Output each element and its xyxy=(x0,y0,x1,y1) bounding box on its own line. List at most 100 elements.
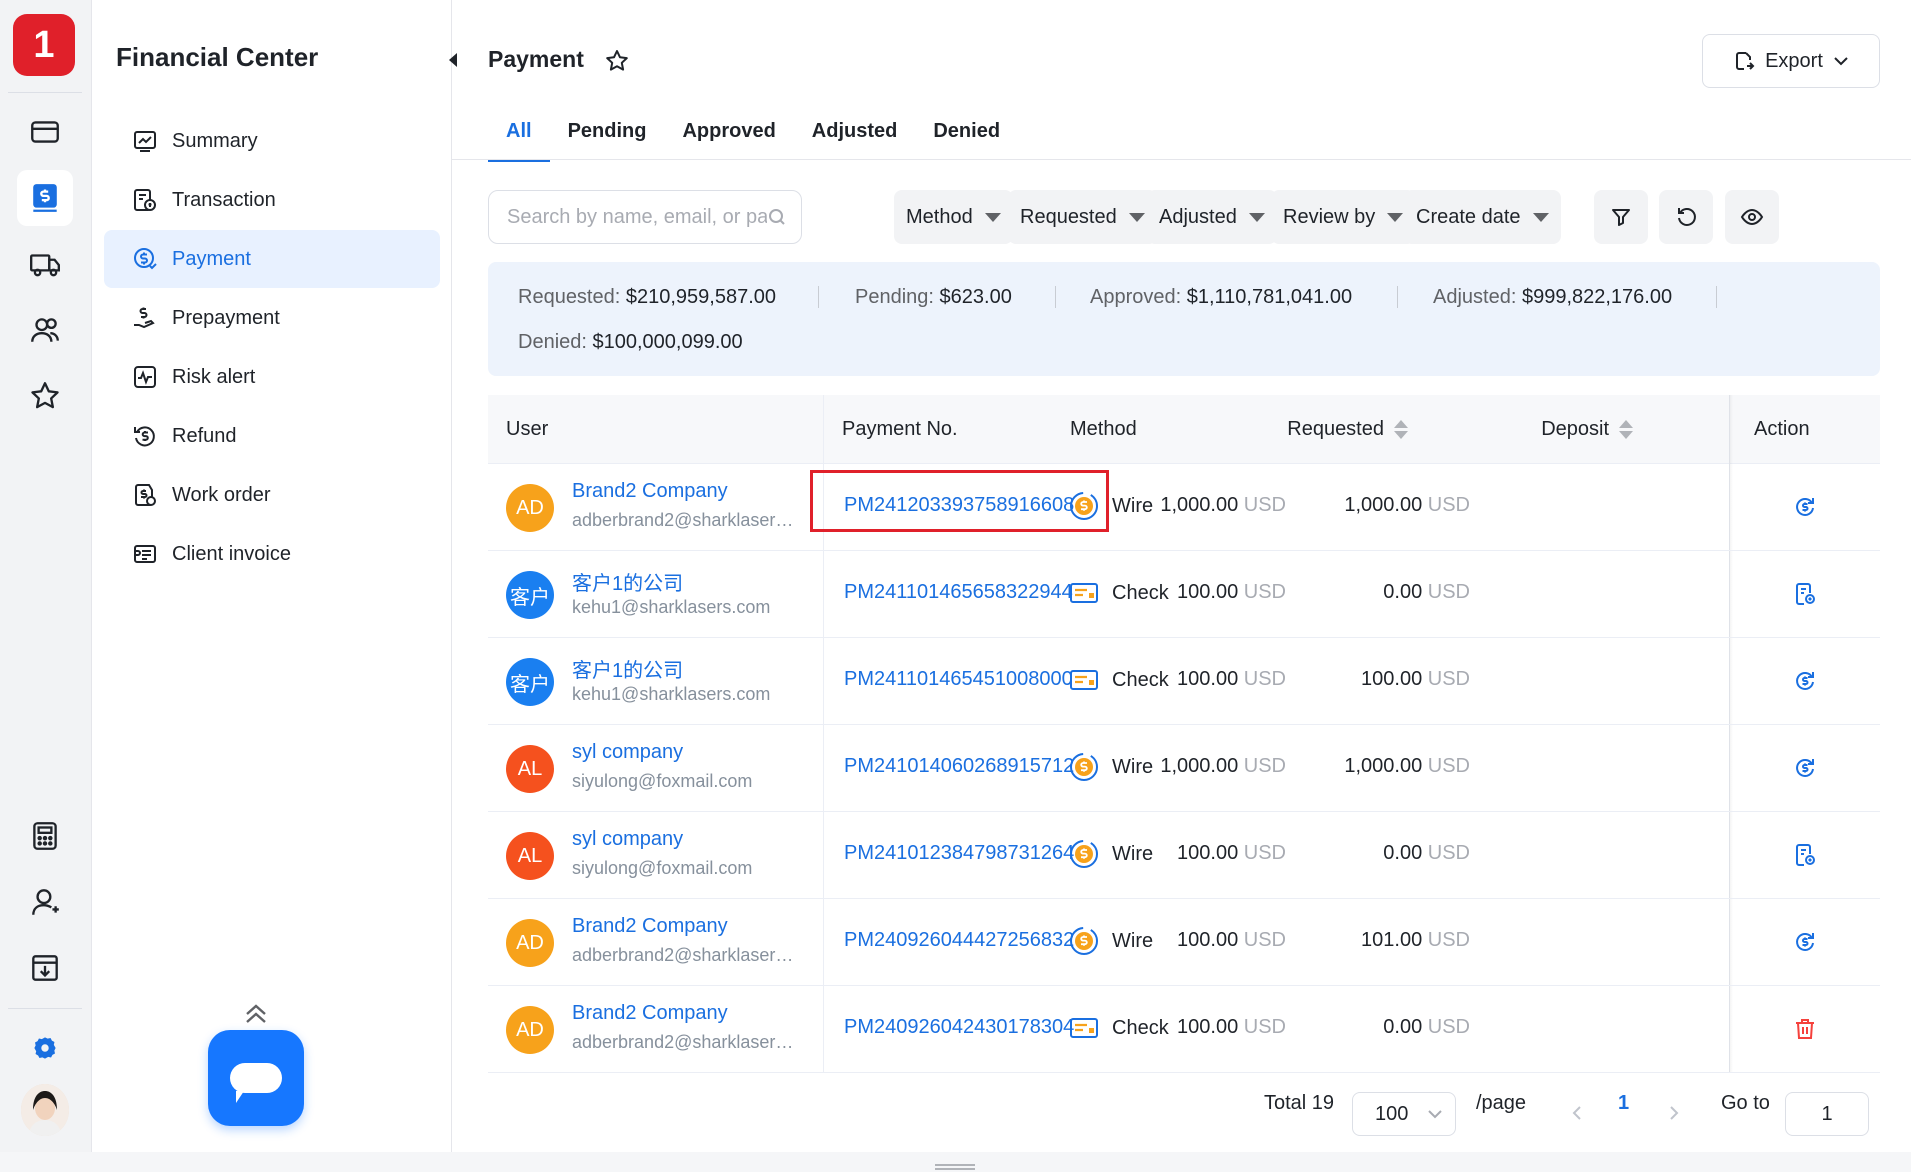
user-name-link[interactable]: syl company xyxy=(572,741,683,764)
requested-amount: 100.00 USD xyxy=(1177,1016,1286,1039)
users-icon[interactable] xyxy=(17,302,73,358)
status-tabs: All Pending Approved Adjusted Denied xyxy=(488,118,1018,162)
sidebar-item-client-invoice[interactable]: Client invoice xyxy=(104,525,440,583)
user-name-link[interactable]: Brand2 Company xyxy=(572,915,728,938)
per-page-label: /page xyxy=(1476,1092,1527,1114)
user-email: adberbrand2@sharklasers.... xyxy=(572,1032,800,1052)
app-logo[interactable]: 1 xyxy=(13,14,75,76)
export-button[interactable]: Export xyxy=(1702,34,1880,88)
currency: USD xyxy=(1243,668,1286,690)
current-page[interactable]: 1 xyxy=(1618,1092,1629,1115)
user-email: siyulong@foxmail.com xyxy=(572,771,753,791)
amount-value: 0.00 xyxy=(1383,842,1423,864)
table-row[interactable]: 客户 客户1的公司 kehu1@sharklasers.com PM241101465… xyxy=(488,638,1880,725)
currency: USD xyxy=(1427,929,1470,951)
tab-approved[interactable]: Approved xyxy=(664,118,793,162)
payment-method: Check xyxy=(1068,577,1169,609)
column-header-requested[interactable]: Requested xyxy=(1208,395,1408,464)
table-row[interactable]: AL syl company siyulong@foxmail.com PM24101… xyxy=(488,812,1880,899)
tabs-divider xyxy=(452,159,1911,160)
calculator-icon[interactable] xyxy=(17,808,73,864)
user-avatar[interactable] xyxy=(21,1084,69,1136)
goto-label: Go to xyxy=(1721,1092,1770,1114)
user-name-link[interactable]: Brand2 Company xyxy=(572,1002,728,1025)
chat-button[interactable] xyxy=(208,1030,304,1126)
reset-button[interactable] xyxy=(1659,190,1713,244)
table-row[interactable]: 客户 客户1的公司 kehu1@sharklasers.com PM241101465… xyxy=(488,551,1880,638)
next-page-icon[interactable] xyxy=(1667,1104,1681,1122)
goto-page-input[interactable]: 1 xyxy=(1785,1092,1869,1136)
pagination-total: Total 19 xyxy=(1264,1092,1335,1114)
user-name-link[interactable]: Brand2 Company xyxy=(572,480,728,503)
payment-no-link[interactable]: PM241101465451008000 xyxy=(844,668,1073,691)
payment-no-link[interactable]: PM240926044427256832 xyxy=(844,929,1074,952)
sidebar-item-prepayment[interactable]: Prepayment xyxy=(104,289,440,347)
row-action-button[interactable] xyxy=(1792,668,1818,694)
user-name-link[interactable]: syl company xyxy=(572,828,683,851)
avatar: AD xyxy=(506,1006,554,1054)
sidebar-item-label: Prepayment xyxy=(172,306,280,329)
avatar: AL xyxy=(506,745,554,793)
tab-pending[interactable]: Pending xyxy=(550,118,665,162)
truck-icon[interactable] xyxy=(17,236,73,292)
card-icon[interactable] xyxy=(17,104,73,160)
currency: USD xyxy=(1243,755,1286,777)
amount-value: 1,000.00 xyxy=(1344,755,1423,777)
prev-page-icon[interactable] xyxy=(1570,1104,1584,1122)
sidebar-item-work-order[interactable]: Work order xyxy=(104,466,440,524)
row-action-button[interactable] xyxy=(1792,929,1818,955)
tab-denied[interactable]: Denied xyxy=(915,118,1018,162)
deposit-amount: 0.00 USD xyxy=(1383,842,1470,865)
sidebar-item-transaction[interactable]: Transaction xyxy=(104,171,440,229)
tab-all[interactable]: All xyxy=(488,118,550,162)
sidebar-item-label: Payment xyxy=(172,247,251,270)
summary-divider xyxy=(818,286,819,308)
sidebar-item-risk-alert[interactable]: Risk alert xyxy=(104,348,440,406)
filter-review-by[interactable]: Review by xyxy=(1271,190,1416,244)
user-name-link[interactable]: 客户1的公司 xyxy=(572,654,683,683)
filter-method[interactable]: Method xyxy=(894,190,1013,244)
payment-doc-icon[interactable] xyxy=(17,170,73,226)
filter-adjusted[interactable]: Adjusted xyxy=(1147,190,1277,244)
page-size-select[interactable]: 100 xyxy=(1352,1092,1456,1136)
column-visibility-button[interactable] xyxy=(1725,190,1779,244)
settings-icon[interactable] xyxy=(17,1020,73,1076)
user-icon[interactable] xyxy=(17,874,73,930)
table-row[interactable]: AL syl company siyulong@foxmail.com PM24101… xyxy=(488,725,1880,812)
sidebar-item-refund[interactable]: Refund xyxy=(104,407,440,465)
sidebar-item-summary[interactable]: Summary xyxy=(104,112,440,170)
filter-label: Review by xyxy=(1283,205,1376,228)
chevron-up-icon[interactable] xyxy=(242,1002,270,1024)
sidebar-item-label: Summary xyxy=(172,129,258,152)
column-header-payment-no: Payment No. xyxy=(842,418,958,440)
download-doc-icon[interactable] xyxy=(17,940,73,996)
sidebar-item-payment[interactable]: Payment xyxy=(104,230,440,288)
filter-button[interactable] xyxy=(1594,190,1648,244)
row-action-button[interactable] xyxy=(1792,755,1818,781)
payment-no-link[interactable]: PM241012384798731264 xyxy=(844,842,1074,865)
column-header-deposit[interactable]: Deposit xyxy=(1433,395,1633,464)
star-icon[interactable] xyxy=(17,368,73,424)
payment-no-link[interactable]: PM240926042430178304 xyxy=(844,1016,1074,1039)
row-action-button[interactable] xyxy=(1792,842,1818,868)
row-action-button[interactable] xyxy=(1792,581,1818,607)
search-icon xyxy=(769,209,785,225)
tab-adjusted[interactable]: Adjusted xyxy=(794,118,916,162)
method-label: Check xyxy=(1112,581,1169,604)
table-row[interactable]: AD Brand2 Company adberbrand2@sharklasers.… xyxy=(488,899,1880,986)
filter-create-date[interactable]: Create date xyxy=(1404,190,1561,244)
payment-no-link[interactable]: PM241101465658322944 xyxy=(844,581,1073,604)
filter-requested[interactable]: Requested xyxy=(1008,190,1157,244)
table-row[interactable]: AD Brand2 Company adberbrand2@sharklasers.… xyxy=(488,986,1880,1073)
payment-no-link[interactable]: PM241014060268915712 xyxy=(844,755,1074,778)
user-name-link[interactable]: 客户1的公司 xyxy=(572,567,683,596)
table-row[interactable]: AD Brand2 Company adberbrand2@sharklasers.… xyxy=(488,464,1880,551)
method-label: Wire xyxy=(1112,842,1154,865)
currency: USD xyxy=(1243,581,1286,603)
summary-approved: Approved: $1,110,781,041.00 xyxy=(1090,286,1352,309)
row-action-button[interactable] xyxy=(1792,494,1818,520)
row-action-button[interactable] xyxy=(1792,1016,1818,1042)
resize-handle[interactable] xyxy=(935,1164,975,1170)
search-input[interactable] xyxy=(507,205,767,229)
favorite-star-icon[interactable] xyxy=(604,48,630,74)
